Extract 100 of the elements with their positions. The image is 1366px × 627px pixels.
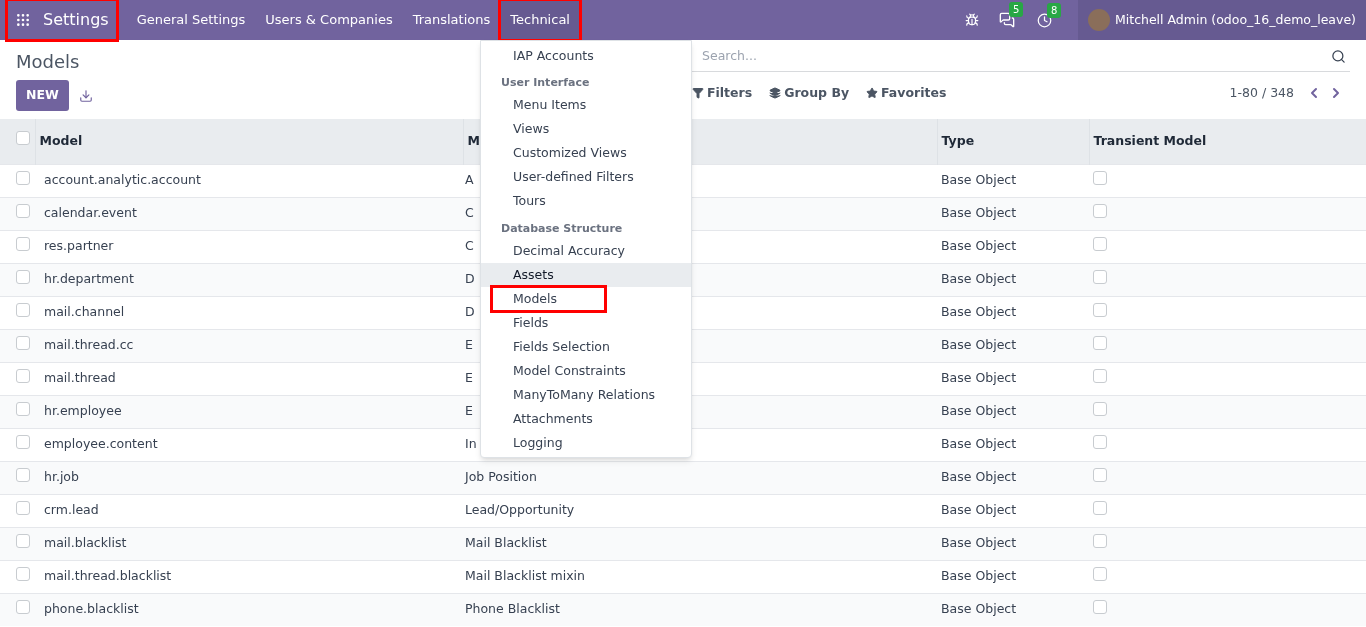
menu-item[interactable]: Decimal Accuracy <box>492 238 625 264</box>
page-title: Models <box>16 50 80 74</box>
table-cell: account.analytic.account <box>44 172 201 188</box>
menu-item[interactable]: User-defined Filters <box>492 165 634 190</box>
table-cell: Base Object <box>941 337 1017 353</box>
menu-item[interactable]: Attachments <box>492 406 593 432</box>
search-icon[interactable] <box>1331 49 1346 64</box>
table-cell: calendar.event <box>44 205 137 221</box>
menu-item[interactable]: Fields <box>492 310 549 336</box>
checkbox[interactable] <box>1093 533 1107 548</box>
table-cell: Base Object <box>941 469 1017 485</box>
activity-count: 8 <box>1046 2 1062 18</box>
checkbox[interactable] <box>1093 335 1107 350</box>
checkbox[interactable] <box>1093 368 1107 383</box>
checkbox[interactable] <box>1093 236 1107 251</box>
table-cell: Base Object <box>941 502 1017 518</box>
filter-toggle[interactable]: Group By <box>769 84 850 103</box>
checkbox[interactable] <box>1093 434 1107 449</box>
table-cell: phone.blacklist <box>44 601 139 617</box>
table-cell: hr.job <box>44 469 79 485</box>
table-cell: crm.lead <box>44 502 99 518</box>
checkbox[interactable] <box>16 236 30 251</box>
user-name: Mitchell Admin (odoo_16_demo_leave) <box>1114 10 1356 29</box>
menu-item[interactable]: Fields Selection <box>492 334 610 360</box>
checkbox[interactable] <box>1093 203 1107 218</box>
search-input[interactable]: Search... <box>666 47 1331 66</box>
menu-item[interactable]: Logging <box>492 430 563 456</box>
menu-section-header: Database Structure <box>500 220 624 237</box>
checkbox[interactable] <box>16 467 30 482</box>
checkbox[interactable] <box>16 566 30 581</box>
checkbox[interactable] <box>16 533 30 548</box>
table-cell: Lead/Opportunity <box>465 502 575 518</box>
table-cell: Base Object <box>941 535 1017 551</box>
table-cell: Base Object <box>941 238 1017 254</box>
checkbox[interactable] <box>16 302 30 317</box>
new-button[interactable]: NEW <box>16 80 69 111</box>
nav-menu[interactable]: Technical <box>500 0 580 40</box>
checkbox[interactable] <box>16 131 30 146</box>
checkbox[interactable] <box>1093 302 1107 317</box>
table-cell: mail.thread.blacklist <box>44 568 172 584</box>
column-header[interactable]: Type <box>937 119 1089 164</box>
filter-icon <box>692 87 704 100</box>
download-icon[interactable] <box>78 88 93 103</box>
checkbox[interactable] <box>16 269 30 284</box>
table-cell: Mail Blacklist <box>465 535 547 551</box>
menu-item[interactable]: Model Constraints <box>492 358 626 384</box>
user-menu[interactable]: Mitchell Admin (odoo_16_demo_leave) <box>1077 0 1366 40</box>
star-icon <box>866 87 879 100</box>
nav-menu[interactable]: General Settings <box>126 0 256 40</box>
app-switcher[interactable]: Settings <box>7 0 117 40</box>
table-cell: mail.channel <box>44 304 125 320</box>
menu-item[interactable]: Tours <box>492 189 546 214</box>
column-header[interactable]: Model <box>35 119 463 164</box>
filter-toggle[interactable]: Favorites <box>866 84 947 103</box>
menu-item[interactable]: Menu Items <box>492 93 587 118</box>
checkbox[interactable] <box>1093 401 1107 416</box>
filter-toggle[interactable]: Filters <box>692 84 753 103</box>
checkbox[interactable] <box>1093 566 1107 581</box>
table-cell: D <box>465 304 475 320</box>
checkbox[interactable] <box>16 368 30 383</box>
nav-menu[interactable]: Translations <box>402 0 501 40</box>
table-cell: C <box>465 238 474 254</box>
checkbox[interactable] <box>16 401 30 416</box>
pager-value: 1-80 / 348 <box>1229 84 1294 102</box>
menu-item[interactable]: Views <box>492 117 550 142</box>
nav-menu[interactable]: Users & Companies <box>255 0 403 40</box>
table-cell: Base Object <box>941 403 1017 419</box>
checkbox[interactable] <box>1093 170 1107 185</box>
checkbox[interactable] <box>1093 467 1107 482</box>
table-cell: mail.blacklist <box>44 535 127 551</box>
table-cell: res.partner <box>44 238 114 254</box>
table-cell: mail.thread.cc <box>44 337 134 353</box>
menu-item[interactable]: Customized Views <box>492 141 627 166</box>
table-cell: Base Object <box>941 601 1017 617</box>
bug-icon[interactable] <box>964 13 979 27</box>
checkbox[interactable] <box>16 434 30 449</box>
column-header[interactable]: Transient Model <box>1089 119 1366 164</box>
table-cell: Mail Blacklist mixin <box>465 568 585 584</box>
checkbox[interactable] <box>1093 500 1107 515</box>
table-cell: Base Object <box>941 436 1017 452</box>
table-cell: Base Object <box>941 568 1017 584</box>
table-cell: C <box>465 205 474 221</box>
checkbox[interactable] <box>16 335 30 350</box>
clock-icon[interactable] <box>1036 12 1052 28</box>
menu-item[interactable]: IAP Accounts <box>492 43 594 69</box>
table-cell: E <box>465 370 473 386</box>
chat-icon[interactable] <box>998 12 1015 28</box>
checkbox[interactable] <box>16 170 30 185</box>
menu-item[interactable]: ManyToMany Relations <box>492 382 656 408</box>
grid-icon <box>15 12 31 28</box>
checkbox[interactable] <box>16 203 30 218</box>
table-cell: E <box>465 403 473 419</box>
checkbox[interactable] <box>16 500 30 515</box>
table-cell: Base Object <box>941 370 1017 386</box>
checkbox[interactable] <box>16 599 30 614</box>
menu-item[interactable]: Models <box>492 286 605 312</box>
avatar <box>1087 9 1110 31</box>
checkbox[interactable] <box>1093 599 1107 614</box>
table-cell: employee.content <box>44 436 158 452</box>
checkbox[interactable] <box>1093 269 1107 284</box>
